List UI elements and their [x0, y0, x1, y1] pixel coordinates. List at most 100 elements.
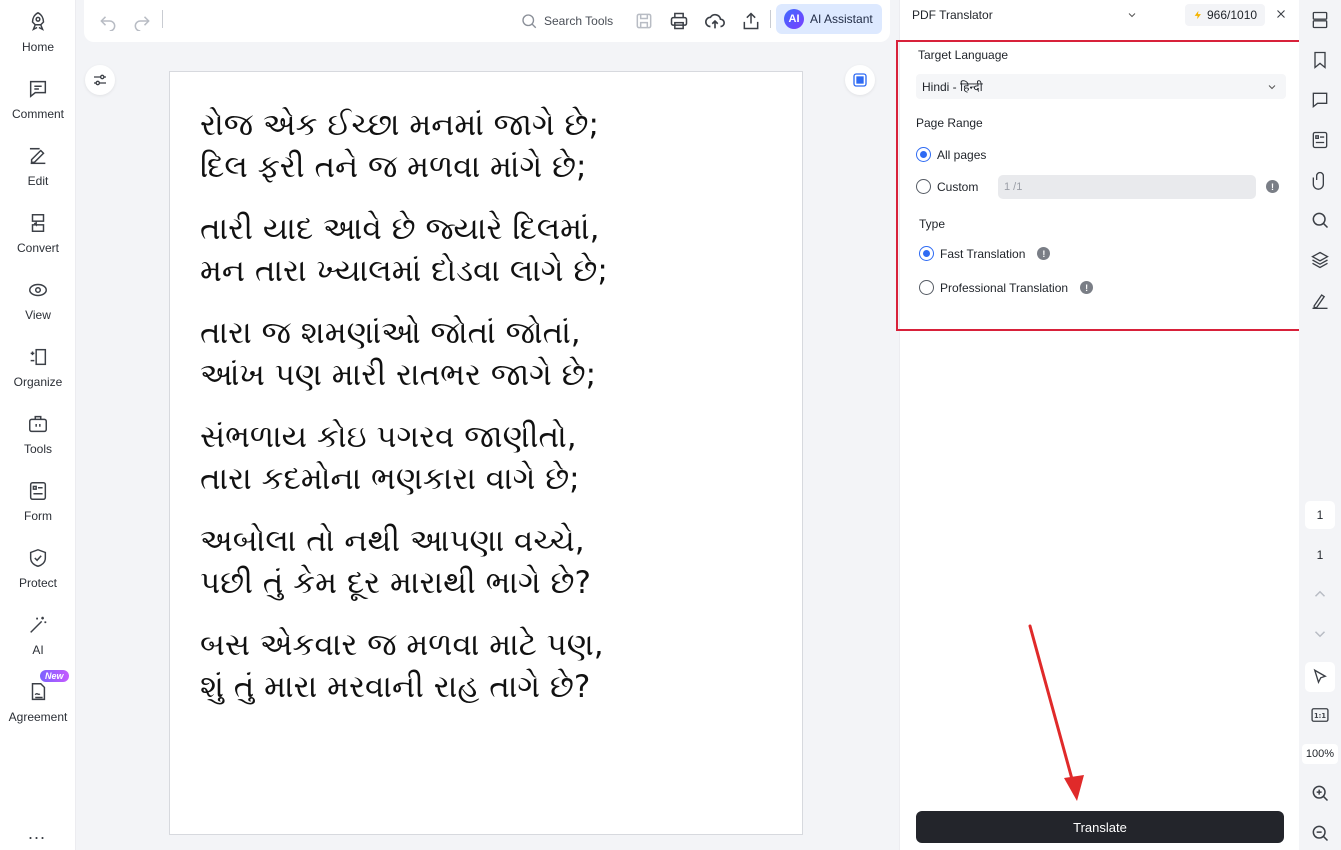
info-icon[interactable]: ! — [1037, 247, 1051, 260]
nav-comment[interactable]: Comment — [0, 71, 76, 131]
ai-assistant-label: AI Assistant — [810, 12, 873, 26]
fit-page-button[interactable] — [845, 65, 875, 95]
save-icon[interactable] — [632, 9, 656, 33]
nav-label: Tools — [23, 442, 52, 456]
layers-icon[interactable] — [1308, 248, 1332, 272]
left-sidebar: Home Comment Edit Convert View Organize … — [0, 0, 76, 850]
poem-line: તારા કદમોના ભણકારા વાગે છે; — [200, 461, 580, 497]
thumbnails-icon[interactable] — [1308, 8, 1332, 32]
nav-ai[interactable]: AI — [0, 607, 76, 667]
nav-edit[interactable]: Edit — [0, 138, 76, 198]
professional-translation-radio[interactable] — [919, 280, 934, 295]
panel-header: PDF Translator 966/1010 — [900, 0, 1300, 30]
nav-agreement[interactable]: New Agreement — [0, 670, 76, 734]
all-pages-label: All pages — [937, 147, 987, 162]
sliders-icon — [94, 74, 106, 86]
search-tools-label: Search Tools — [544, 14, 614, 28]
poem-line: તારી યાદ આવે છે જ્યારે દિલમાં, — [200, 211, 600, 247]
cloud-upload-icon[interactable] — [703, 9, 727, 33]
credits-count: 966/1010 — [1207, 8, 1258, 22]
actual-size-button[interactable]: 1:1 — [1308, 703, 1332, 727]
eye-icon — [26, 278, 50, 302]
info-icon[interactable]: ! — [1266, 180, 1279, 193]
bookmark-icon[interactable] — [1308, 48, 1332, 72]
comment-icon[interactable] — [1308, 88, 1332, 112]
nav-label: Convert — [16, 241, 60, 255]
fast-translation-radio[interactable] — [919, 246, 934, 261]
poem-line: દિલ ફરી તને જ મળવા માંગે છે; — [200, 149, 587, 185]
nav-label: Edit — [27, 174, 49, 188]
fast-translation-option[interactable]: Fast Translation ! — [919, 246, 1051, 261]
nav-tools[interactable]: Tools — [0, 406, 76, 466]
pdf-page[interactable]: રોજ એક ઈચ્છા મનમાં જાગે છે; દિલ ફરી તને … — [169, 71, 803, 835]
nav-label: AI — [32, 643, 44, 657]
comment-icon — [26, 77, 50, 101]
undo-icon[interactable] — [96, 9, 120, 33]
nav-label: Organize — [13, 375, 63, 389]
poem-line: બસ એકવાર જ મળવા માટે પણ, — [200, 627, 604, 663]
poem-line: તારા જ શમણાંઓ જોતાં જોતાં, — [200, 315, 581, 351]
select-cursor-button[interactable] — [1305, 662, 1335, 692]
close-panel-button[interactable] — [1272, 5, 1290, 23]
zoom-in-icon[interactable] — [1308, 781, 1332, 805]
custom-range-input[interactable]: 1 /1 — [998, 175, 1256, 199]
nav-home[interactable]: Home — [0, 4, 76, 64]
more-options-icon[interactable]: ... — [28, 823, 46, 844]
custom-label: Custom — [937, 179, 979, 194]
edit-icon — [26, 144, 50, 168]
nav-label: Comment — [11, 107, 64, 121]
print-icon[interactable] — [667, 9, 691, 33]
ai-logo-icon: AI — [784, 9, 804, 29]
target-language-dropdown[interactable]: Hindi - हिन्दी — [916, 74, 1286, 99]
agreement-icon — [26, 680, 50, 704]
nav-organize[interactable]: Organize — [0, 339, 76, 399]
nav-form[interactable]: Form — [0, 473, 76, 533]
app-window: Home Comment Edit Convert View Organize … — [0, 0, 1341, 850]
top-toolbar: Search Tools AI AI Assistant — [84, 0, 890, 42]
attachment-icon[interactable] — [1308, 168, 1332, 192]
filter-settings-button[interactable] — [85, 65, 115, 95]
chevron-up-icon[interactable] — [1308, 582, 1332, 606]
share-icon[interactable] — [739, 9, 763, 33]
zoom-level[interactable]: 100% — [1302, 744, 1338, 764]
page-range-label: Page Range — [916, 116, 983, 130]
tool-selector-dropdown[interactable]: PDF Translator — [906, 4, 1146, 26]
search-icon — [520, 12, 538, 30]
annotation-arrow — [1020, 620, 1100, 805]
fit-label: 1:1 — [1314, 712, 1326, 720]
translate-button[interactable]: Translate — [916, 811, 1284, 843]
tool-name: PDF Translator — [912, 8, 993, 22]
signature-icon[interactable] — [1308, 288, 1332, 312]
search-icon[interactable] — [1308, 208, 1332, 232]
custom-range-option[interactable]: Custom — [916, 179, 978, 194]
target-language-label: Target Language — [918, 48, 1009, 62]
current-page-input[interactable]: 1 — [1305, 501, 1335, 529]
nav-label: View — [25, 308, 51, 322]
stanza: અબોલા તો નથી આપણા વચ્ચે, પછી તું કેમ દૂર… — [200, 520, 790, 604]
nav-view[interactable]: View — [0, 272, 76, 332]
search-tools-button[interactable]: Search Tools — [520, 9, 613, 33]
chevron-down-icon[interactable] — [1308, 622, 1332, 646]
nav-convert[interactable]: Convert — [0, 205, 76, 265]
nav-protect[interactable]: Protect — [0, 540, 76, 600]
custom-radio[interactable] — [916, 179, 931, 194]
stanza: તારા જ શમણાંઓ જોતાં જોતાં, આંખ પણ મારી ર… — [200, 312, 790, 396]
all-pages-option[interactable]: All pages — [916, 147, 986, 162]
stanza: રોજ એક ઈચ્છા મનમાં જાગે છે; દિલ ફરી તને … — [200, 104, 790, 188]
poem-text: રોજ એક ઈચ્છા મનમાં જાગે છે; દિલ ફરી તને … — [200, 104, 790, 728]
zoom-out-icon[interactable] — [1308, 821, 1332, 845]
poem-line: શું તું મારા મરવાની રાહ તાગે છે? — [200, 669, 591, 705]
stanza: બસ એકવાર જ મળવા માટે પણ, શું તું મારા મર… — [200, 624, 790, 708]
magic-wand-icon — [26, 613, 50, 637]
ai-assistant-button[interactable]: AI AI Assistant — [776, 4, 882, 34]
info-icon[interactable]: ! — [1080, 281, 1094, 294]
close-icon — [1277, 10, 1285, 18]
professional-translation-option[interactable]: Professional Translation ! — [919, 280, 1094, 295]
form-fields-icon[interactable] — [1308, 128, 1332, 152]
professional-translation-label: Professional Translation — [940, 280, 1069, 295]
convert-icon — [26, 211, 50, 235]
poem-line: અબોલા તો નથી આપણા વચ્ચે, — [200, 523, 585, 559]
redo-icon[interactable] — [130, 9, 154, 33]
all-pages-radio[interactable] — [916, 147, 931, 162]
fast-translation-label: Fast Translation — [940, 246, 1026, 261]
